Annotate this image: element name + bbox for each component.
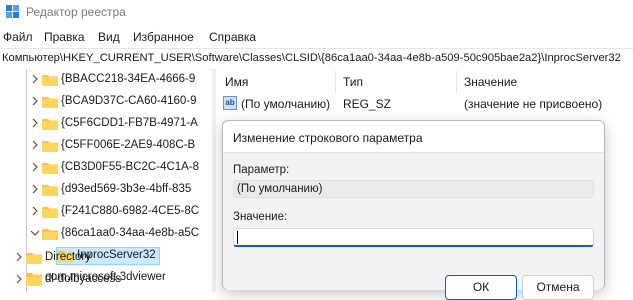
tree-item-label: {F241C880-6982-4CE5-8C	[61, 205, 200, 217]
value-input[interactable]	[233, 228, 594, 247]
chevron-right-icon[interactable]	[14, 274, 24, 284]
value-label: Значение:	[233, 211, 288, 223]
folder-icon	[42, 141, 58, 152]
title-bar: Редактор реестра	[0, 0, 633, 26]
menu-favorites[interactable]: Избранное	[133, 30, 194, 44]
menu-view[interactable]: Вид	[98, 30, 120, 44]
tree-item-label: {CB3D0F55-BC2C-4C1A-8	[61, 161, 200, 173]
string-value-icon: ab	[223, 96, 237, 110]
row-name[interactable]: (По умолчанию)	[241, 97, 330, 111]
dialog-title: Изменение строкового параметра	[233, 131, 423, 145]
row-type: REG_SZ	[343, 97, 392, 111]
folder-icon	[42, 119, 58, 130]
edit-string-dialog: Изменение строкового параметра Параметр:…	[222, 120, 605, 300]
tree-item-label: {C5F6CDD1-FB7B-4971-A	[61, 117, 198, 129]
param-label: Параметр:	[233, 164, 290, 176]
address-bar[interactable]: Компьютер\HKEY_CURRENT_USER\Software\Cla…	[0, 48, 633, 70]
folder-icon	[26, 253, 42, 264]
window-title: Редактор реестра	[26, 5, 126, 19]
tree-item-label: {C5FF006E-2AE9-408C-B	[61, 139, 196, 151]
chevron-right-icon[interactable]	[30, 140, 40, 150]
registry-editor-icon	[6, 5, 19, 18]
folder-icon	[42, 185, 58, 196]
folder-icon	[42, 207, 58, 218]
column-divider[interactable]	[335, 71, 336, 93]
folder-icon	[42, 97, 58, 108]
column-divider[interactable]	[456, 71, 457, 93]
chevron-down-icon[interactable]	[30, 228, 40, 238]
menu-bar: Файл Правка Вид Избранное Справка	[0, 27, 633, 47]
ok-button[interactable]: ОК	[445, 275, 517, 300]
pane-splitter[interactable]	[212, 69, 216, 292]
tree-item-label: {BBACC218-34EA-4666-9	[61, 73, 196, 85]
folder-open-icon	[42, 229, 58, 240]
chevron-right-icon[interactable]	[30, 118, 40, 128]
chevron-right-icon[interactable]	[30, 162, 40, 172]
tree-item-label: {86ca1aa0-34aa-4e8b-a5C	[61, 227, 200, 239]
menu-edit[interactable]: Правка	[44, 30, 85, 44]
chevron-right-icon[interactable]	[30, 206, 40, 216]
param-name-field: (По умолчанию)	[233, 180, 594, 198]
menu-file[interactable]: Файл	[3, 30, 33, 44]
folder-icon	[42, 163, 58, 174]
tree-item-label: {BCA9D37C-CA60-4160-9	[61, 95, 197, 107]
column-header-value[interactable]: Значение	[464, 75, 517, 89]
chevron-right-icon[interactable]	[30, 184, 40, 194]
chevron-right-icon[interactable]	[30, 96, 40, 106]
menu-help[interactable]: Справка	[209, 30, 256, 44]
cancel-button[interactable]: Отмена	[522, 275, 594, 300]
chevron-right-icon[interactable]	[30, 74, 40, 84]
folder-icon	[26, 275, 42, 286]
dialog-body: Параметр: (По умолчанию) Значение: ОК От…	[223, 152, 604, 300]
tree-item-label: {d93ed569-3b3e-4bff-835	[61, 183, 192, 195]
param-name-text: (По умолчанию)	[237, 183, 323, 195]
column-header-type[interactable]: Тип	[343, 75, 363, 89]
chevron-right-icon[interactable]	[14, 252, 24, 262]
row-value: (значение не присвоено)	[464, 97, 603, 111]
folder-icon	[42, 75, 58, 86]
address-path[interactable]: Компьютер\HKEY_CURRENT_USER\Software\Cla…	[2, 52, 621, 64]
column-header-name[interactable]: Имя	[225, 75, 248, 89]
text-caret	[237, 231, 238, 244]
tree-item-label: Directory	[45, 251, 92, 263]
tree-item-label: dl-dolbyaccess	[45, 273, 122, 285]
